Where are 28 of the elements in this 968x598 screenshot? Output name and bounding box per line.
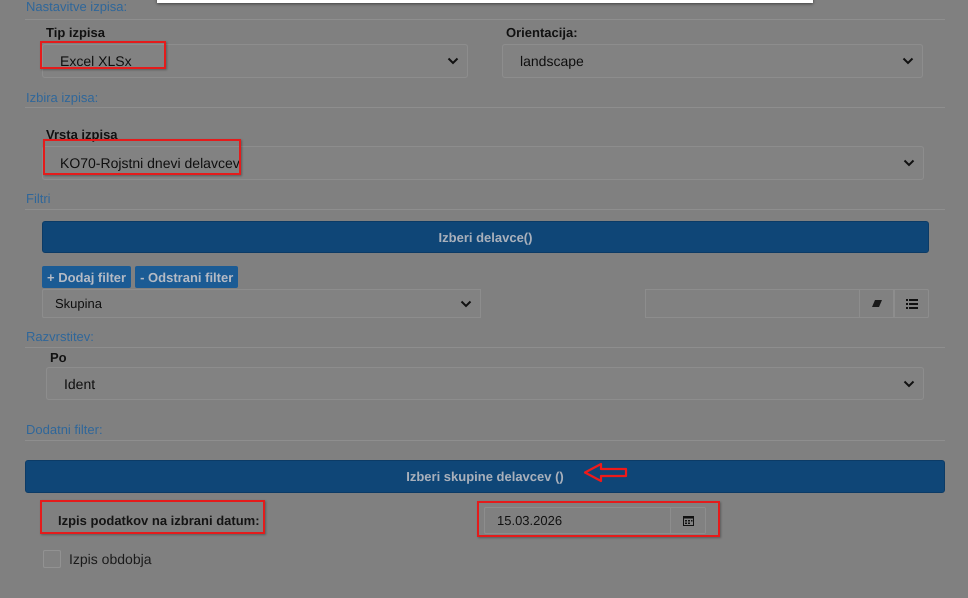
- eraser-icon: [870, 299, 882, 308]
- chevron-down-icon: [460, 300, 472, 308]
- select-workers-button[interactable]: Izberi delavce(): [42, 221, 929, 253]
- list-icon: [906, 298, 918, 308]
- chevron-down-icon: [903, 159, 915, 167]
- section-heading: Razvrstitev:: [25, 329, 945, 348]
- date-label: Izpis podatkov na izbrani datum:: [58, 513, 261, 528]
- select-groups-button[interactable]: Izberi skupine delavcev (): [25, 460, 945, 493]
- filter-dropdown[interactable]: Skupina: [42, 289, 481, 318]
- remove-filter-button[interactable]: - Odstrani filter: [135, 266, 238, 288]
- orientation-dropdown[interactable]: landscape: [502, 44, 923, 78]
- sort-dropdown[interactable]: Ident: [46, 367, 924, 400]
- list-button[interactable]: [894, 289, 929, 318]
- chevron-down-icon: [902, 57, 914, 65]
- field-label: Vrsta izpisa: [46, 126, 118, 143]
- section-heading: Izbira izpisa:: [25, 90, 945, 108]
- chevron-down-icon: [903, 380, 915, 388]
- field-label: Tip izpisa: [46, 24, 105, 41]
- checkbox-label: Izpis obdobja: [69, 551, 152, 567]
- type-dropdown[interactable]: Excel XLSx: [42, 44, 468, 78]
- add-filter-button[interactable]: + Dodaj filter: [42, 266, 132, 288]
- section-heading: Dodatni filter:: [25, 422, 945, 441]
- field-label: Orientacija:: [506, 24, 578, 41]
- chevron-down-icon: [447, 57, 459, 65]
- report-type-dropdown[interactable]: KO70-Rojstni dnevi delavcev: [42, 146, 924, 180]
- eraser-button[interactable]: [859, 289, 894, 318]
- field-label: Po: [50, 349, 67, 366]
- section-heading: Filtri: [25, 191, 945, 210]
